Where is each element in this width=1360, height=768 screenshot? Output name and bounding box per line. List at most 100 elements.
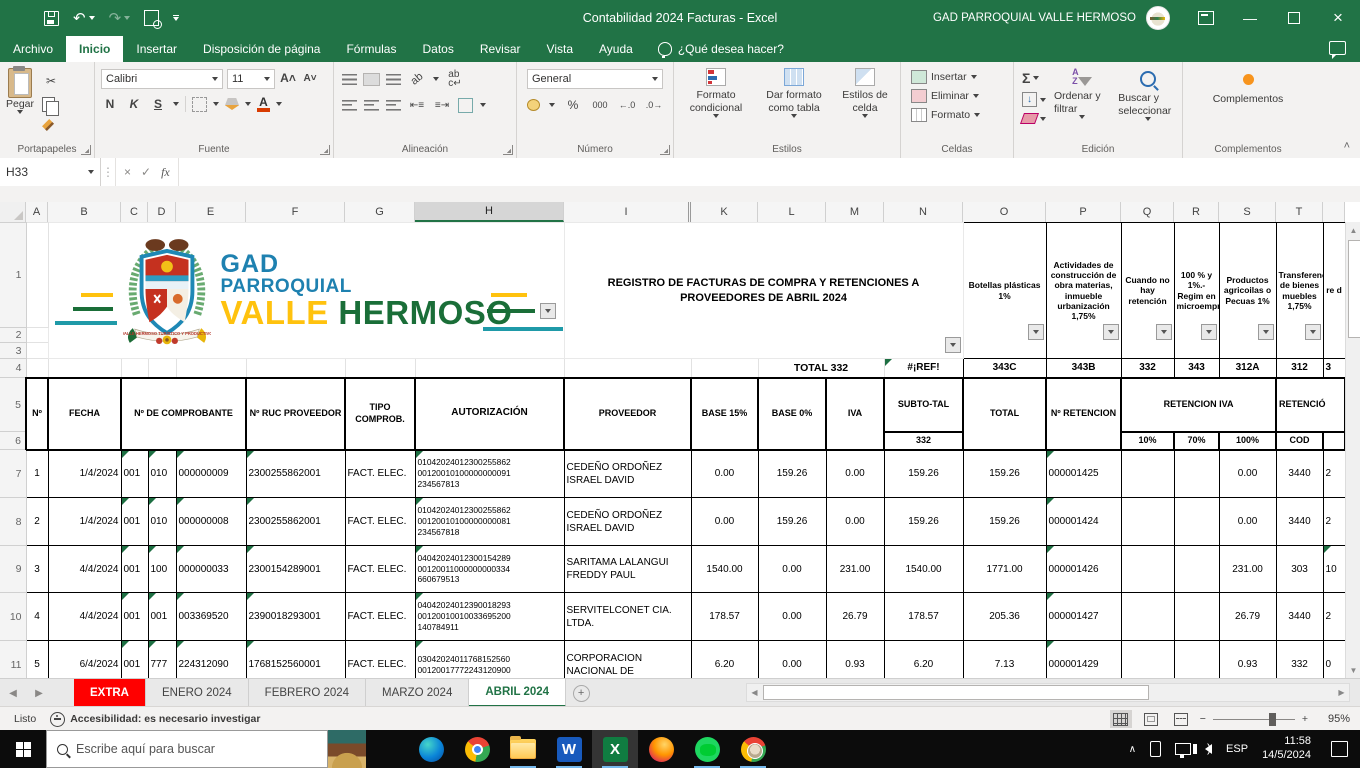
cell-r70[interactable] xyxy=(1174,498,1219,546)
taskbar-explorer-icon[interactable] xyxy=(500,730,546,768)
comments-icon[interactable] xyxy=(1329,41,1346,55)
cell-r10[interactable] xyxy=(1121,546,1174,593)
cell-c1[interactable]: 001 xyxy=(121,498,148,546)
hidden-icons-chevron[interactable]: ∧ xyxy=(1129,744,1136,755)
dialog-launcher-icon[interactable] xyxy=(320,145,330,155)
header-fecha[interactable]: FECHA xyxy=(48,378,121,450)
cell[interactable] xyxy=(415,359,564,378)
cell[interactable] xyxy=(26,328,48,343)
sheet-nav-right-icon[interactable]: ▶ xyxy=(26,679,52,707)
language-indicator[interactable]: ESP xyxy=(1226,743,1248,755)
conditional-formatting-button[interactable]: Formato condicional xyxy=(678,68,754,118)
taskbar-chrome-icon[interactable] xyxy=(454,730,500,768)
column-header-F[interactable]: F xyxy=(246,202,345,222)
taskbar-spotify-icon[interactable] xyxy=(684,730,730,768)
cell-c2[interactable]: 777 xyxy=(148,641,176,679)
copy-icon[interactable] xyxy=(42,97,55,112)
row-header[interactable]: 11 xyxy=(0,641,26,679)
taskbar-word-icon[interactable]: W xyxy=(546,730,592,768)
cell-total[interactable]: 205.36 xyxy=(963,593,1046,641)
scroll-up-icon[interactable]: ▲ xyxy=(1346,222,1360,238)
sheet-nav-left-icon[interactable]: ◀ xyxy=(0,679,26,707)
sheet-tab-abril[interactable]: ABRIL 2024 xyxy=(469,679,566,707)
cell-iva[interactable]: 0.00 xyxy=(826,450,884,498)
filter-header-cell[interactable]: Cuando no hay retención xyxy=(1121,223,1174,359)
filter-dropdown-icon[interactable] xyxy=(1258,324,1274,340)
cell[interactable] xyxy=(26,343,48,359)
cell-c3[interactable]: 000000008 xyxy=(176,498,246,546)
code-cell[interactable]: 3 xyxy=(1323,359,1345,378)
merge-center-icon[interactable] xyxy=(458,98,473,113)
name-box[interactable]: H33 xyxy=(0,158,101,186)
cell-n[interactable]: 1 xyxy=(26,450,48,498)
header-base15[interactable]: BASE 15% xyxy=(691,378,758,450)
decrease-decimal-icon[interactable]: .0→ xyxy=(645,96,663,114)
header-proveedor[interactable]: PROVEEDOR xyxy=(564,378,691,450)
cell-u[interactable]: 0 xyxy=(1323,641,1345,679)
addins-button[interactable]: Complementos xyxy=(1183,62,1313,105)
cell-base15[interactable]: 0.00 xyxy=(691,450,758,498)
cell-base15[interactable]: 6.20 xyxy=(691,641,758,679)
cell-base15[interactable]: 1540.00 xyxy=(691,546,758,593)
cell-base15[interactable]: 0.00 xyxy=(691,498,758,546)
accessibility-status[interactable]: Accesibilidad: es necesario investigar xyxy=(50,712,260,727)
row-header[interactable]: 4 xyxy=(0,359,26,378)
collapse-ribbon-icon[interactable]: ˄ xyxy=(1344,140,1350,152)
cell-cod[interactable]: 3440 xyxy=(1276,498,1323,546)
cell-n[interactable]: 2 xyxy=(26,498,48,546)
customize-qat-icon[interactable] xyxy=(173,15,179,21)
font-size-select[interactable]: 11 xyxy=(227,69,275,89)
cell-styles-button[interactable]: Estilos de celda xyxy=(834,68,896,118)
align-top-icon[interactable] xyxy=(342,74,357,85)
header-base0[interactable]: BASE 0% xyxy=(758,378,826,450)
cell-cod[interactable]: 303 xyxy=(1276,546,1323,593)
align-center-icon[interactable] xyxy=(364,100,379,111)
header-total[interactable]: TOTAL xyxy=(963,378,1046,450)
fill-color-icon[interactable] xyxy=(225,98,239,110)
cancel-icon[interactable]: × xyxy=(124,165,131,179)
dialog-launcher-icon[interactable] xyxy=(503,145,513,155)
cell-prov[interactable]: CORPORACION NACIONAL DE xyxy=(564,641,691,679)
cell-n[interactable]: 4 xyxy=(26,593,48,641)
sort-filter-button[interactable]: AZ Ordenar y filtrar xyxy=(1054,68,1110,124)
cell-cod[interactable]: 3440 xyxy=(1276,593,1323,641)
filter-header-cell[interactable]: Transferencia de bienes muebles 1,75% xyxy=(1276,223,1323,359)
cell-c3[interactable]: 000000033 xyxy=(176,546,246,593)
filter-header-cell[interactable]: 100 % y 1%.- Regim en microempresa xyxy=(1174,223,1219,359)
tab-revisar[interactable]: Revisar xyxy=(467,36,534,62)
filter-dropdown-icon[interactable] xyxy=(1305,324,1321,340)
cell-tipo[interactable]: FACT. ELEC. xyxy=(345,593,415,641)
column-header-T[interactable]: T xyxy=(1276,202,1323,222)
scroll-down-icon[interactable]: ▼ xyxy=(1346,662,1360,678)
font-color-icon[interactable]: A xyxy=(257,97,270,112)
cell-ruc[interactable]: 2300154289001 xyxy=(246,546,345,593)
header-ret10[interactable]: 10% xyxy=(1121,432,1174,450)
cell-fecha[interactable]: 1/4/2024 xyxy=(48,450,121,498)
cell-aut[interactable]: 0404202401239001829300120010010033695200… xyxy=(415,593,564,641)
tab-ayuda[interactable]: Ayuda xyxy=(586,36,646,62)
cell-iva[interactable]: 0.93 xyxy=(826,641,884,679)
cell-u[interactable]: 2 xyxy=(1323,593,1345,641)
header-subtotal[interactable]: SUBTO-TAL xyxy=(884,378,963,432)
underline-button[interactable]: S xyxy=(149,95,167,113)
print-preview-icon[interactable] xyxy=(144,10,159,26)
column-header-Q[interactable]: Q xyxy=(1121,202,1174,222)
clock[interactable]: 11:58 14/5/2024 xyxy=(1262,735,1311,763)
column-header-G[interactable]: G xyxy=(345,202,415,222)
cell[interactable] xyxy=(26,223,48,328)
column-header-M[interactable]: M xyxy=(826,202,884,222)
code-cell[interactable]: 332 xyxy=(1121,359,1174,378)
cell-total[interactable]: 159.26 xyxy=(963,498,1046,546)
zoom-in-icon[interactable]: + xyxy=(1302,713,1308,725)
cell-c3[interactable]: 224312090 xyxy=(176,641,246,679)
taskbar-edge-icon[interactable] xyxy=(408,730,454,768)
action-center-icon[interactable] xyxy=(1331,741,1348,757)
bold-button[interactable]: N xyxy=(101,95,119,113)
zoom-slider[interactable] xyxy=(1213,719,1295,720)
column-header-L[interactable]: L xyxy=(758,202,826,222)
grow-font-icon[interactable]: A˄ xyxy=(279,69,297,87)
code-cell[interactable]: 343C xyxy=(963,359,1046,378)
cell-c2[interactable]: 100 xyxy=(148,546,176,593)
cell-ruc[interactable]: 2300255862001 xyxy=(246,498,345,546)
header-ret70[interactable]: 70% xyxy=(1174,432,1219,450)
